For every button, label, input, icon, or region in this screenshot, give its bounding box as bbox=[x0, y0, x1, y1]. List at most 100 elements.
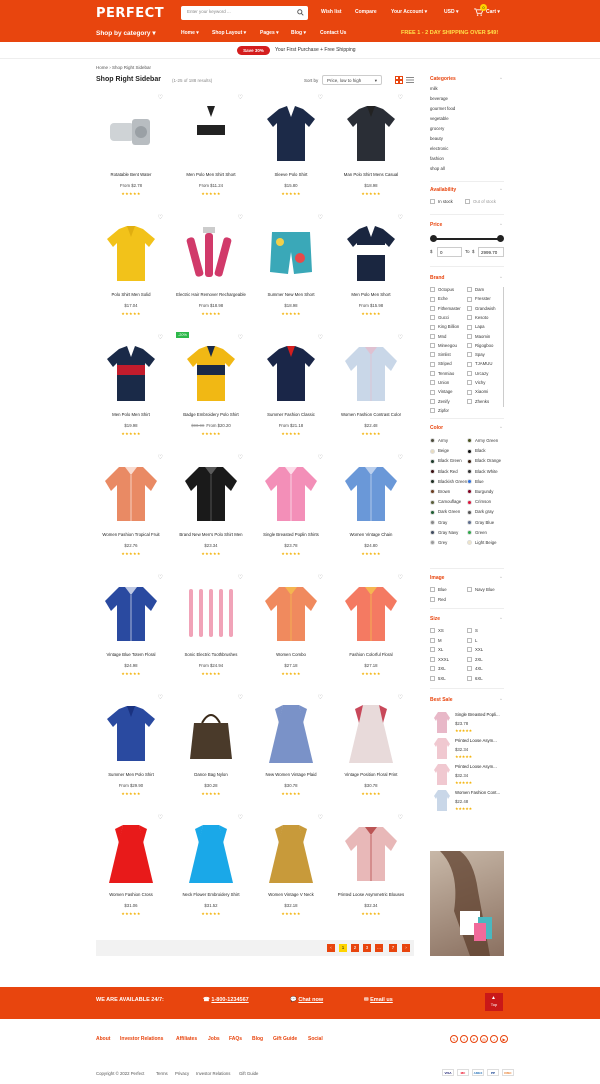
product-name[interactable]: Vintage Position Floral Print bbox=[336, 772, 406, 777]
best-sale-thumb[interactable] bbox=[432, 762, 452, 786]
checkbox[interactable] bbox=[430, 675, 435, 681]
prev-page-button[interactable]: ‹ bbox=[327, 944, 335, 952]
heart-icon[interactable]: ♡ bbox=[318, 814, 323, 821]
checkbox[interactable] bbox=[467, 324, 472, 330]
breadcrumb-home[interactable]: Home bbox=[96, 65, 108, 70]
heart-icon[interactable]: ♡ bbox=[398, 574, 403, 581]
twitter-icon[interactable]: 𝕏 bbox=[450, 1035, 458, 1043]
size-filter[interactable]: S bbox=[467, 628, 478, 634]
color-swatch[interactable]: Crimson bbox=[467, 499, 491, 505]
back-to-top-button[interactable]: ▲ Top bbox=[485, 993, 503, 1011]
brand-filter[interactable]: Eche bbox=[430, 296, 448, 302]
product-image[interactable] bbox=[338, 456, 404, 530]
chat-link[interactable]: 💬 Chat now bbox=[290, 997, 323, 1003]
product-card[interactable]: ♡ Dance Bag Nylon $30.28 ★★★★★ bbox=[176, 692, 246, 808]
page-number-button[interactable]: … bbox=[375, 944, 383, 952]
checkbox[interactable] bbox=[430, 380, 435, 386]
checkbox[interactable] bbox=[467, 343, 472, 349]
product-name[interactable]: Sleeve Polo Shirt bbox=[256, 172, 326, 177]
product-card[interactable]: ♡ New Women Vintage Plaid $30.78 ★★★★★ bbox=[256, 692, 326, 808]
product-card[interactable]: ♡ Women Vintage Chain $24.80 ★★★★★ bbox=[336, 452, 406, 568]
heart-icon[interactable]: ♡ bbox=[158, 334, 163, 341]
brand-filter[interactable]: Gucci bbox=[430, 315, 449, 321]
checkbox[interactable] bbox=[430, 361, 435, 367]
product-name[interactable]: Printed Loose Asymmetric Blouses bbox=[336, 892, 406, 897]
color-swatch[interactable]: Light Beige bbox=[467, 540, 497, 546]
product-name[interactable]: Polo Shirt Men Solid bbox=[96, 292, 166, 297]
checkbox[interactable] bbox=[467, 333, 472, 339]
product-image[interactable] bbox=[98, 696, 164, 770]
heart-icon[interactable]: ♡ bbox=[238, 94, 243, 101]
out-of-stock-filter[interactable]: Out of stock bbox=[465, 199, 496, 205]
checkbox[interactable] bbox=[467, 371, 472, 377]
checkbox[interactable] bbox=[430, 587, 435, 593]
color-swatch[interactable]: Camouflage bbox=[430, 499, 461, 505]
product-card[interactable]: ♡ Vintage Position Floral Print $30.78 ★★★★… bbox=[336, 692, 406, 808]
footer-bottom-link[interactable]: Privacy bbox=[175, 1071, 189, 1076]
checkbox[interactable] bbox=[467, 656, 472, 662]
product-name[interactable]: Vintage Blue Totem Floral bbox=[96, 652, 166, 657]
category-link[interactable]: fashion bbox=[430, 156, 444, 161]
pinterest-icon[interactable]: P bbox=[470, 1035, 478, 1043]
product-image[interactable] bbox=[98, 336, 164, 410]
footer-link[interactable]: About bbox=[96, 1036, 110, 1042]
size-filter[interactable]: XXL bbox=[467, 647, 483, 653]
brand-filter[interactable]: Union bbox=[430, 380, 449, 386]
checkbox[interactable] bbox=[467, 628, 472, 634]
instagram-icon[interactable]: ◎ bbox=[480, 1035, 488, 1043]
product-name[interactable]: Man Polo Shirt Mens Casual bbox=[336, 172, 406, 177]
size-title[interactable]: Size bbox=[430, 616, 440, 622]
chevron-up-icon[interactable]: ^ bbox=[500, 187, 502, 192]
heart-icon[interactable]: ♡ bbox=[158, 814, 163, 821]
image-filter[interactable]: Navy Blue bbox=[467, 587, 495, 593]
checkbox[interactable] bbox=[467, 287, 472, 293]
heart-icon[interactable]: ♡ bbox=[398, 694, 403, 701]
footer-link[interactable]: Gift Guide bbox=[273, 1036, 297, 1042]
category-link[interactable]: vegetable bbox=[430, 116, 449, 121]
brand-filter[interactable]: Fithemaster bbox=[430, 306, 461, 311]
category-link[interactable]: electronic bbox=[430, 146, 448, 151]
search-icon[interactable] bbox=[297, 9, 304, 16]
product-name[interactable]: Women Fashion Cross bbox=[96, 892, 166, 897]
color-swatch[interactable]: Gray Navy bbox=[430, 530, 458, 536]
product-image[interactable] bbox=[338, 816, 404, 890]
size-filter[interactable]: 5XL bbox=[430, 676, 446, 681]
product-image[interactable] bbox=[178, 576, 244, 650]
color-swatch[interactable]: Blue bbox=[467, 479, 484, 485]
brand-filter[interactable]: Fresster bbox=[467, 296, 491, 302]
color-title[interactable]: Color bbox=[430, 425, 443, 431]
product-name[interactable]: Neck Flower Embroidery Shirt bbox=[176, 892, 246, 897]
heart-icon[interactable]: ♡ bbox=[318, 454, 323, 461]
brand-title[interactable]: Brand bbox=[430, 275, 444, 281]
page-number-button[interactable]: 3 bbox=[363, 944, 371, 952]
image-filter[interactable]: Blue bbox=[430, 587, 447, 593]
product-image[interactable] bbox=[178, 216, 244, 290]
product-name[interactable]: Badge Embroidery Polo Shirt bbox=[176, 412, 246, 417]
color-swatch[interactable]: Grey bbox=[430, 540, 447, 546]
color-swatch[interactable]: Green bbox=[467, 530, 487, 536]
chevron-up-icon[interactable]: ^ bbox=[500, 575, 502, 580]
price-slider-min-handle[interactable] bbox=[430, 235, 437, 242]
nav-contact[interactable]: Contact Us bbox=[320, 30, 346, 36]
checkbox[interactable] bbox=[467, 296, 472, 302]
brand-filter[interactable]: Maomin bbox=[467, 334, 490, 339]
heart-icon[interactable]: ♡ bbox=[238, 574, 243, 581]
phone-link[interactable]: ☎ 1-800-1234567 bbox=[203, 997, 249, 1003]
heart-icon[interactable]: ♡ bbox=[398, 94, 403, 101]
heart-icon[interactable]: ♡ bbox=[238, 454, 243, 461]
product-card[interactable]: ♡ Women Fashion Contrast Color $22.48 ★★★★★ bbox=[336, 332, 406, 448]
checkbox[interactable] bbox=[430, 408, 435, 414]
brand-filter[interactable]: Octopus bbox=[430, 287, 454, 293]
availability-title[interactable]: Availability bbox=[430, 187, 456, 193]
wishlist-link[interactable]: Wish list bbox=[321, 9, 342, 15]
color-swatch[interactable]: Black bbox=[467, 448, 486, 454]
product-image[interactable] bbox=[258, 696, 324, 770]
brand-filter[interactable]: Striped bbox=[430, 361, 452, 367]
checkbox[interactable] bbox=[467, 305, 472, 311]
product-image[interactable] bbox=[338, 696, 404, 770]
product-card[interactable]: ♡ Printed Loose Asymmetric Blouses $32.34 ★… bbox=[336, 812, 406, 928]
tiktok-icon[interactable]: ♪ bbox=[490, 1035, 498, 1043]
account-menu[interactable]: Your Account ▾ bbox=[391, 9, 427, 15]
nav-pages[interactable]: Pages ▾ bbox=[260, 30, 279, 36]
product-image[interactable] bbox=[338, 96, 404, 170]
